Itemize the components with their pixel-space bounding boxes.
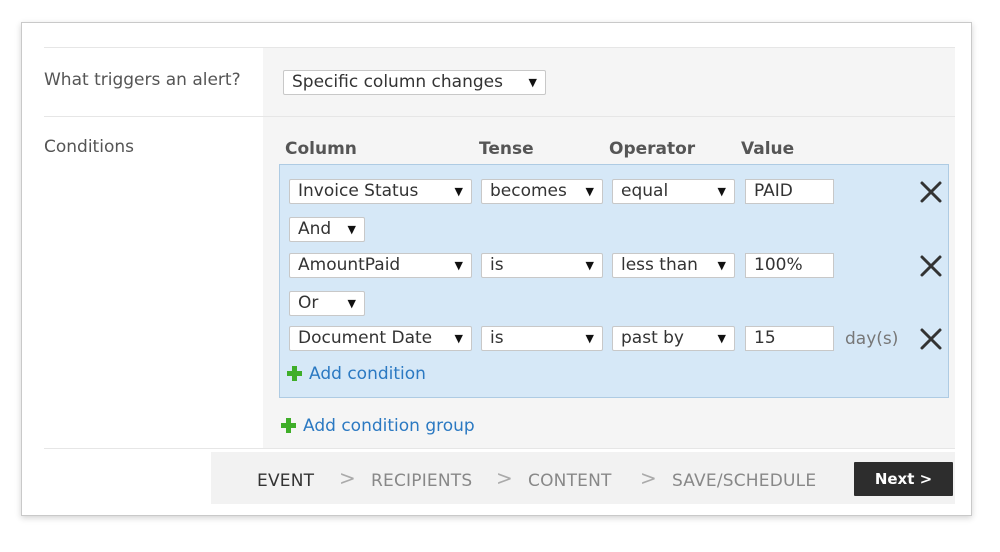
chevron-right-icon: > <box>640 466 657 490</box>
tense-select-1[interactable]: becomes ▼ <box>481 179 603 204</box>
step-recipients[interactable]: RECIPIENTS <box>371 471 472 491</box>
connector-select-1-value: And <box>298 219 332 239</box>
triangle-down-icon: ▼ <box>717 332 726 345</box>
chevron-right-icon: > <box>496 466 513 490</box>
value-input-1[interactable]: PAID <box>745 179 834 204</box>
triangle-down-icon: ▼ <box>528 76 537 89</box>
trigger-select-value: Specific column changes <box>292 72 503 92</box>
operator-select-3-value: past by <box>621 328 684 348</box>
next-button[interactable]: Next > <box>854 462 953 496</box>
operator-select-1[interactable]: equal ▼ <box>612 179 735 204</box>
operator-select-2-value: less than <box>621 255 698 275</box>
close-icon[interactable] <box>918 253 944 279</box>
tense-select-2-value: is <box>490 255 504 275</box>
connector-select-2[interactable]: Or ▼ <box>289 291 365 316</box>
triangle-down-icon: ▼ <box>585 259 594 272</box>
triangle-down-icon: ▼ <box>717 185 726 198</box>
column-select-3[interactable]: Document Date ▼ <box>289 326 472 351</box>
trigger-select[interactable]: Specific column changes ▼ <box>283 70 546 95</box>
tense-select-2[interactable]: is ▼ <box>481 253 603 278</box>
unit-label: day(s) <box>845 329 899 349</box>
step-content[interactable]: CONTENT <box>528 471 612 491</box>
tense-select-3-value: is <box>490 328 504 348</box>
trigger-label: What triggers an alert? <box>44 70 241 90</box>
value-input-2[interactable]: 100% <box>745 253 834 278</box>
operator-select-3[interactable]: past by ▼ <box>612 326 735 351</box>
tense-select-3[interactable]: is ▼ <box>481 326 603 351</box>
triangle-down-icon: ▼ <box>454 332 463 345</box>
triangle-down-icon: ▼ <box>717 259 726 272</box>
triangle-down-icon: ▼ <box>585 332 594 345</box>
triangle-down-icon: ▼ <box>454 185 463 198</box>
column-select-1[interactable]: Invoice Status ▼ <box>289 179 472 204</box>
operator-select-2[interactable]: less than ▼ <box>612 253 735 278</box>
connector-select-1[interactable]: And ▼ <box>289 217 365 242</box>
header-operator: Operator <box>609 139 696 159</box>
triangle-down-icon: ▼ <box>454 259 463 272</box>
chevron-right-icon: > <box>339 466 356 490</box>
plus-icon[interactable] <box>287 366 302 381</box>
add-condition-group-link[interactable]: Add condition group <box>303 416 475 436</box>
conditions-label: Conditions <box>44 137 134 157</box>
step-save-schedule[interactable]: SAVE/SCHEDULE <box>672 471 816 491</box>
plus-icon[interactable] <box>281 418 296 433</box>
divider-top <box>44 47 955 48</box>
header-value: Value <box>741 139 795 159</box>
triangle-down-icon: ▼ <box>347 223 356 236</box>
connector-select-2-value: Or <box>298 293 319 313</box>
header-column: Column <box>285 139 357 159</box>
close-icon[interactable] <box>918 326 944 352</box>
column-select-2[interactable]: AmountPaid ▼ <box>289 253 472 278</box>
column-select-2-value: AmountPaid <box>298 255 401 275</box>
divider-trigger <box>44 116 955 117</box>
triangle-down-icon: ▼ <box>585 185 594 198</box>
column-select-3-value: Document Date <box>298 328 433 348</box>
column-select-1-value: Invoice Status <box>298 181 419 201</box>
header-tense: Tense <box>479 139 534 159</box>
triangle-down-icon: ▼ <box>347 297 356 310</box>
add-condition-link[interactable]: Add condition <box>309 364 426 384</box>
step-event[interactable]: EVENT <box>257 471 314 491</box>
operator-select-1-value: equal <box>621 181 669 201</box>
divider-bottom <box>44 448 955 449</box>
tense-select-1-value: becomes <box>490 181 567 201</box>
close-icon[interactable] <box>918 179 944 205</box>
value-input-3[interactable]: 15 <box>745 326 834 351</box>
